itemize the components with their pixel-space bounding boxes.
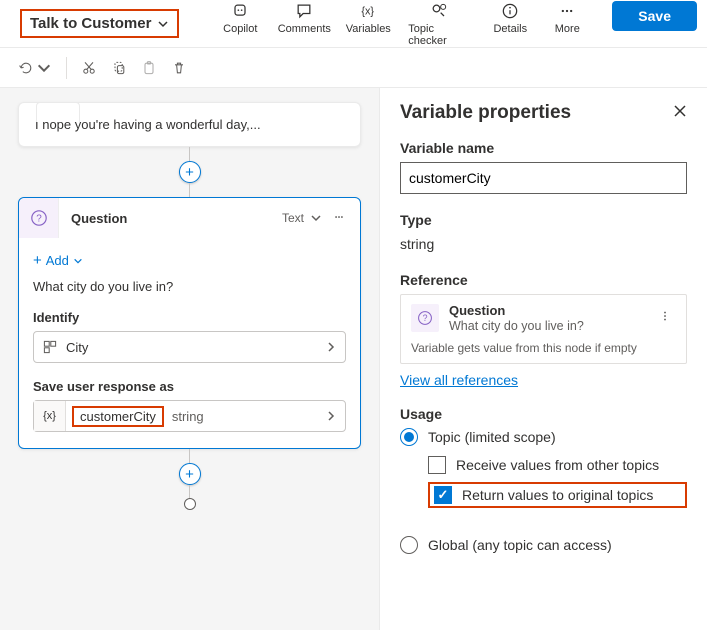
main-area: I hope you're having a wonderful day,...… [0,88,707,630]
return-values-checkbox[interactable]: Return values to original topics [428,482,687,508]
details-button[interactable]: Details [486,1,534,35]
add-node-button[interactable]: + [179,463,201,485]
chevron-right-icon [325,410,337,422]
save-as-label: Save user response as [33,379,346,394]
reference-note: Variable gets value from this node if em… [401,341,686,363]
top-toolbar: Talk to Customer Copilot Comments {x} Va… [0,0,707,48]
undo-button[interactable] [18,60,52,76]
usage-label: Usage [400,406,687,422]
usage-global-option[interactable]: Global (any topic can access) [400,536,687,554]
node-more-button[interactable] [328,206,350,231]
chevron-down-icon [36,60,52,76]
reference-text: What city do you live in? [449,319,584,333]
question-output-type: Text [282,211,304,225]
end-node-icon [184,498,196,510]
svg-text:{x}: {x} [362,5,375,17]
question-header: ? Question Text [19,198,360,238]
more-button[interactable]: More [550,1,584,35]
variables-icon: {x} [358,1,378,21]
chevron-down-icon [73,256,83,266]
undo-icon [18,60,34,76]
authoring-canvas[interactable]: I hope you're having a wonderful day,...… [0,88,380,630]
connector: + [0,147,379,197]
edit-toolbar [0,48,707,88]
checkbox-icon [428,456,446,474]
topic-name-chip[interactable]: Talk to Customer [20,9,179,38]
question-body: + Add What city do you live in? Identify… [19,238,360,448]
identify-field[interactable]: City [33,331,346,363]
close-panel-button[interactable] [673,104,687,123]
info-icon [500,1,520,21]
topic-checker-button[interactable]: Topic checker [408,1,470,47]
chevron-down-icon [157,18,169,30]
reference-label: Reference [400,272,687,288]
variable-name-pill: customerCity [72,406,164,427]
variable-type-label: string [172,409,204,424]
comment-icon [294,1,314,21]
radio-icon [400,428,418,446]
chevron-right-icon [325,341,337,353]
variables-button[interactable]: {x} Variables [344,1,392,35]
identify-value: City [66,340,88,355]
svg-text:?: ? [423,313,428,323]
svg-text:?: ? [36,214,42,225]
copilot-icon [230,1,250,21]
variable-icon: {x} [34,401,66,431]
panel-title: Variable properties [400,102,571,124]
close-icon [673,104,687,118]
question-icon: ? [411,304,439,332]
toolbar-actions: Copilot Comments {x} Variables Topic che… [216,1,697,47]
view-all-references-link[interactable]: View all references [400,372,518,388]
divider [66,57,67,79]
receive-values-checkbox[interactable]: Receive values from other topics [428,456,687,474]
comments-button[interactable]: Comments [280,1,328,35]
topic-name-text: Talk to Customer [30,15,151,32]
add-node-button[interactable]: + [179,161,201,183]
reference-more-button[interactable] [654,305,676,330]
checkbox-icon [434,486,452,504]
more-vertical-icon [658,309,672,323]
more-icon [557,1,577,21]
entity-icon [42,339,58,355]
delete-icon[interactable] [171,60,187,76]
connector-end: + [0,449,379,510]
question-node[interactable]: ? Question Text + Add What city do you l… [18,197,361,449]
reference-kind: Question [449,303,584,319]
save-as-field[interactable]: {x} customerCity string [33,400,346,432]
variable-name-input[interactable] [400,162,687,194]
type-value: string [400,234,687,254]
name-label: Variable name [400,140,687,156]
usage-topic-option[interactable]: Topic (limited scope) [400,428,687,446]
add-option-button[interactable]: + Add [33,248,346,279]
copy-icon[interactable] [111,60,127,76]
paste-icon[interactable] [141,60,157,76]
reference-box[interactable]: ? Question What city do you live in? Var… [400,294,687,364]
identify-label: Identify [33,310,346,325]
name-section: Variable name [400,140,687,194]
radio-icon [400,536,418,554]
save-button[interactable]: Save [612,1,697,31]
usage-section: Usage Topic (limited scope) Receive valu… [400,406,687,554]
reference-section: Reference ? Question What city do you li… [400,272,687,388]
type-section: Type string [400,212,687,254]
variable-properties-panel: Variable properties Variable name Type s… [380,88,707,630]
question-text[interactable]: What city do you live in? [33,279,346,294]
copilot-button[interactable]: Copilot [216,1,264,35]
chevron-down-icon[interactable] [310,212,322,224]
message-node-tab [36,102,80,122]
cut-icon[interactable] [81,60,97,76]
type-label: Type [400,212,687,228]
question-icon: ? [19,198,59,238]
topic-checker-icon [429,1,449,21]
question-title: Question [71,211,282,226]
more-icon [332,210,346,224]
